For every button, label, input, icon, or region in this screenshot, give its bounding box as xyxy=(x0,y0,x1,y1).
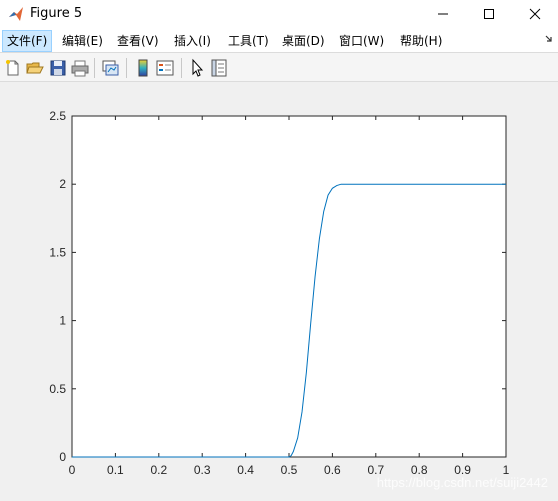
toolbar-dock-arrow-icon[interactable] xyxy=(544,33,554,47)
minimize-icon xyxy=(438,13,448,15)
x-tick-label: 0.3 xyxy=(194,463,211,477)
y-tick-label: 0.5 xyxy=(49,382,66,396)
watermark-text: https://blog.csdn.net/suiji2442 xyxy=(377,475,548,490)
open-file-icon[interactable] xyxy=(25,58,45,78)
x-tick-label: 0.1 xyxy=(107,463,124,477)
menu-bar: 文件(F) 编辑(E) 查看(V) 插入(I) 工具(T) 桌面(D) 窗口(W… xyxy=(0,28,558,52)
menu-file[interactable]: 文件(F) xyxy=(2,30,53,52)
property-editor-icon[interactable] xyxy=(209,58,229,78)
toolbar-separator xyxy=(94,58,95,78)
y-tick-label: 1.5 xyxy=(49,245,66,259)
maximize-icon xyxy=(484,9,494,19)
menu-help[interactable]: 帮助(H) xyxy=(396,30,446,52)
title-bar[interactable]: Figure 5 xyxy=(0,0,558,28)
figure-canvas[interactable]: 0 0.1 0.2 0.3 0.4 0.5 0.6 0.7 0.8 0.9 1 0 0.5 1 1.5 2 2.… xyxy=(0,82,558,501)
window-title: Figure 5 xyxy=(30,6,83,21)
menu-desktop[interactable]: 桌面(D) xyxy=(278,30,329,52)
y-tick-label: 1 xyxy=(59,314,66,328)
print-icon[interactable] xyxy=(70,58,90,78)
y-tick-label: 2.5 xyxy=(49,109,66,123)
menu-tools[interactable]: 工具(T) xyxy=(224,30,273,52)
y-tick-label: 2 xyxy=(59,177,66,191)
axes-box xyxy=(71,115,507,458)
x-tick-label: 0 xyxy=(69,463,76,477)
x-tick-label: 0.2 xyxy=(150,463,167,477)
menu-window[interactable]: 窗口(W) xyxy=(335,30,388,52)
line-plot[interactable]: 0 0.1 0.2 0.3 0.4 0.5 0.6 0.7 0.8 0.9 100.511.522.… xyxy=(0,82,558,501)
figure-toolbar xyxy=(0,52,558,82)
close-button[interactable] xyxy=(512,0,558,28)
menu-view[interactable]: 查看(V) xyxy=(113,30,163,52)
minimize-button[interactable] xyxy=(420,0,466,28)
matlab-logo-icon xyxy=(8,6,24,22)
x-tick-label: 0.6 xyxy=(324,463,341,477)
y-tick-label: 0 xyxy=(59,450,66,464)
legend-icon[interactable] xyxy=(155,58,175,78)
toolbar-separator xyxy=(126,58,127,78)
close-icon xyxy=(529,8,541,20)
menu-insert[interactable]: 插入(I) xyxy=(170,30,215,52)
x-tick-label: 0.4 xyxy=(237,463,254,477)
colorbar-icon[interactable] xyxy=(133,58,153,78)
maximize-button[interactable] xyxy=(466,0,512,28)
save-icon[interactable] xyxy=(48,58,68,78)
x-tick-label: 0.5 xyxy=(281,463,298,477)
toolbar-separator xyxy=(181,58,182,78)
new-figure-icon[interactable] xyxy=(3,58,23,78)
menu-edit[interactable]: 编辑(E) xyxy=(58,30,107,52)
link-plot-icon[interactable] xyxy=(100,58,120,78)
pointer-icon[interactable] xyxy=(187,58,207,78)
